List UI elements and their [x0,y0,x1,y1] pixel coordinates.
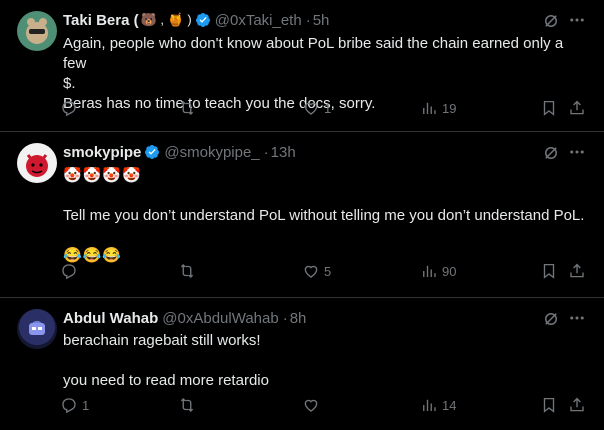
avatar-image [29,323,45,335]
handle[interactable]: @smokypipe_ [164,144,259,161]
timestamp[interactable]: 5h [313,12,330,29]
views-icon [423,265,436,277]
view-count: 14 [442,397,457,413]
display-name-emojis: 🐻 , 🍯 ) [140,12,192,27]
retweet-icon [180,264,194,278]
tweet-3[interactable]: Abdul Wahab @0xAbdulWahab · 8h berachain… [0,298,604,430]
avatar[interactable] [17,11,57,51]
grok-icon[interactable] [542,310,560,328]
share-icon [570,263,584,278]
tweet-text: 🤡🤡🤡🤡 Tell me you don’t understand PoL wi… [63,166,586,266]
bookmark-button[interactable] [540,396,558,414]
tweet-2[interactable]: smokypipe @smokypipe_ · 13h 🤡🤡🤡🤡 Tell me… [0,132,604,298]
avatar[interactable] [17,143,57,183]
tweet-text-line [63,226,586,246]
timestamp[interactable]: 13h [271,144,296,161]
share-icon [570,397,584,412]
share-button[interactable] [568,99,586,117]
reply-icon [62,264,76,280]
action-bar: 1 19 [60,99,590,121]
views-icon [423,102,436,114]
reply-button[interactable]: 1 [60,396,89,414]
like-button[interactable]: 1 [302,99,331,117]
like-button[interactable] [302,396,324,414]
views-button[interactable]: 90 [420,262,456,280]
reply-count: 1 [82,397,90,413]
view-count: 90 [442,263,457,279]
verified-badge-icon [145,145,160,159]
action-bar: 1 14 [60,396,590,418]
tweet-text-line [63,351,586,371]
bookmark-button[interactable] [540,99,558,117]
like-icon [304,399,318,412]
like-count: 5 [324,263,332,279]
more-icon[interactable] [568,309,586,327]
display-name[interactable]: smokypipe [63,144,141,161]
tweet-text-line: Tell me you don’t understand PoL without… [63,207,585,224]
tweet-text-line: berachain ragebait still works! [63,332,261,349]
separator-dot: · [282,309,288,327]
retweet-button[interactable] [178,99,200,117]
more-icon[interactable] [568,143,586,161]
retweet-button[interactable] [178,262,200,280]
views-button[interactable]: 14 [420,396,456,414]
avatar[interactable] [17,309,57,349]
share-button[interactable] [568,396,586,414]
reply-icon [62,101,76,117]
bookmark-icon [543,397,555,413]
reply-icon [62,398,76,414]
action-bar: 5 90 [60,262,590,284]
avatar-image [26,154,48,177]
tweet-text-line: Again, people who don't know about PoL b… [63,35,564,72]
tweet-text-line [63,186,586,206]
retweet-icon [180,101,194,115]
grok-icon[interactable] [542,144,560,162]
views-icon [423,399,436,411]
tweet-text-line: you need to read more retardio [63,372,269,389]
bookmark-icon [543,263,555,279]
bookmark-button[interactable] [540,262,558,280]
like-icon [304,102,318,115]
tweet-1[interactable]: Taki Bera ( 🐻 , 🍯 ) @0xTaki_eth · 5h Aga… [0,0,604,132]
retweet-icon [180,398,194,412]
reply-button[interactable] [60,262,82,280]
separator-dot: · [305,11,311,29]
share-icon [570,100,584,115]
more-icon[interactable] [568,11,586,29]
handle[interactable]: @0xTaki_eth [215,12,302,29]
tweet-text-line: $. [63,75,76,92]
tweet-text-line: 🤡🤡🤡🤡 [63,167,142,184]
grok-icon[interactable] [542,12,560,30]
view-count: 19 [442,100,457,116]
tweet-text: berachain ragebait still works! you need… [63,331,586,391]
share-button[interactable] [568,262,586,280]
handle[interactable]: @0xAbdulWahab [162,310,278,327]
display-name[interactable]: Abdul Wahab [63,310,158,327]
like-count: 1 [324,100,332,116]
views-button[interactable]: 19 [420,99,456,117]
display-name[interactable]: Taki Bera ( [63,12,139,29]
verified-badge-icon [195,13,210,27]
like-button[interactable]: 5 [302,262,331,280]
bookmark-icon [543,100,555,116]
reply-button[interactable] [60,99,82,117]
separator-dot: · [263,143,269,161]
avatar-image [26,18,48,44]
timestamp[interactable]: 8h [290,310,307,327]
like-icon [304,265,318,278]
retweet-button[interactable] [178,396,200,414]
